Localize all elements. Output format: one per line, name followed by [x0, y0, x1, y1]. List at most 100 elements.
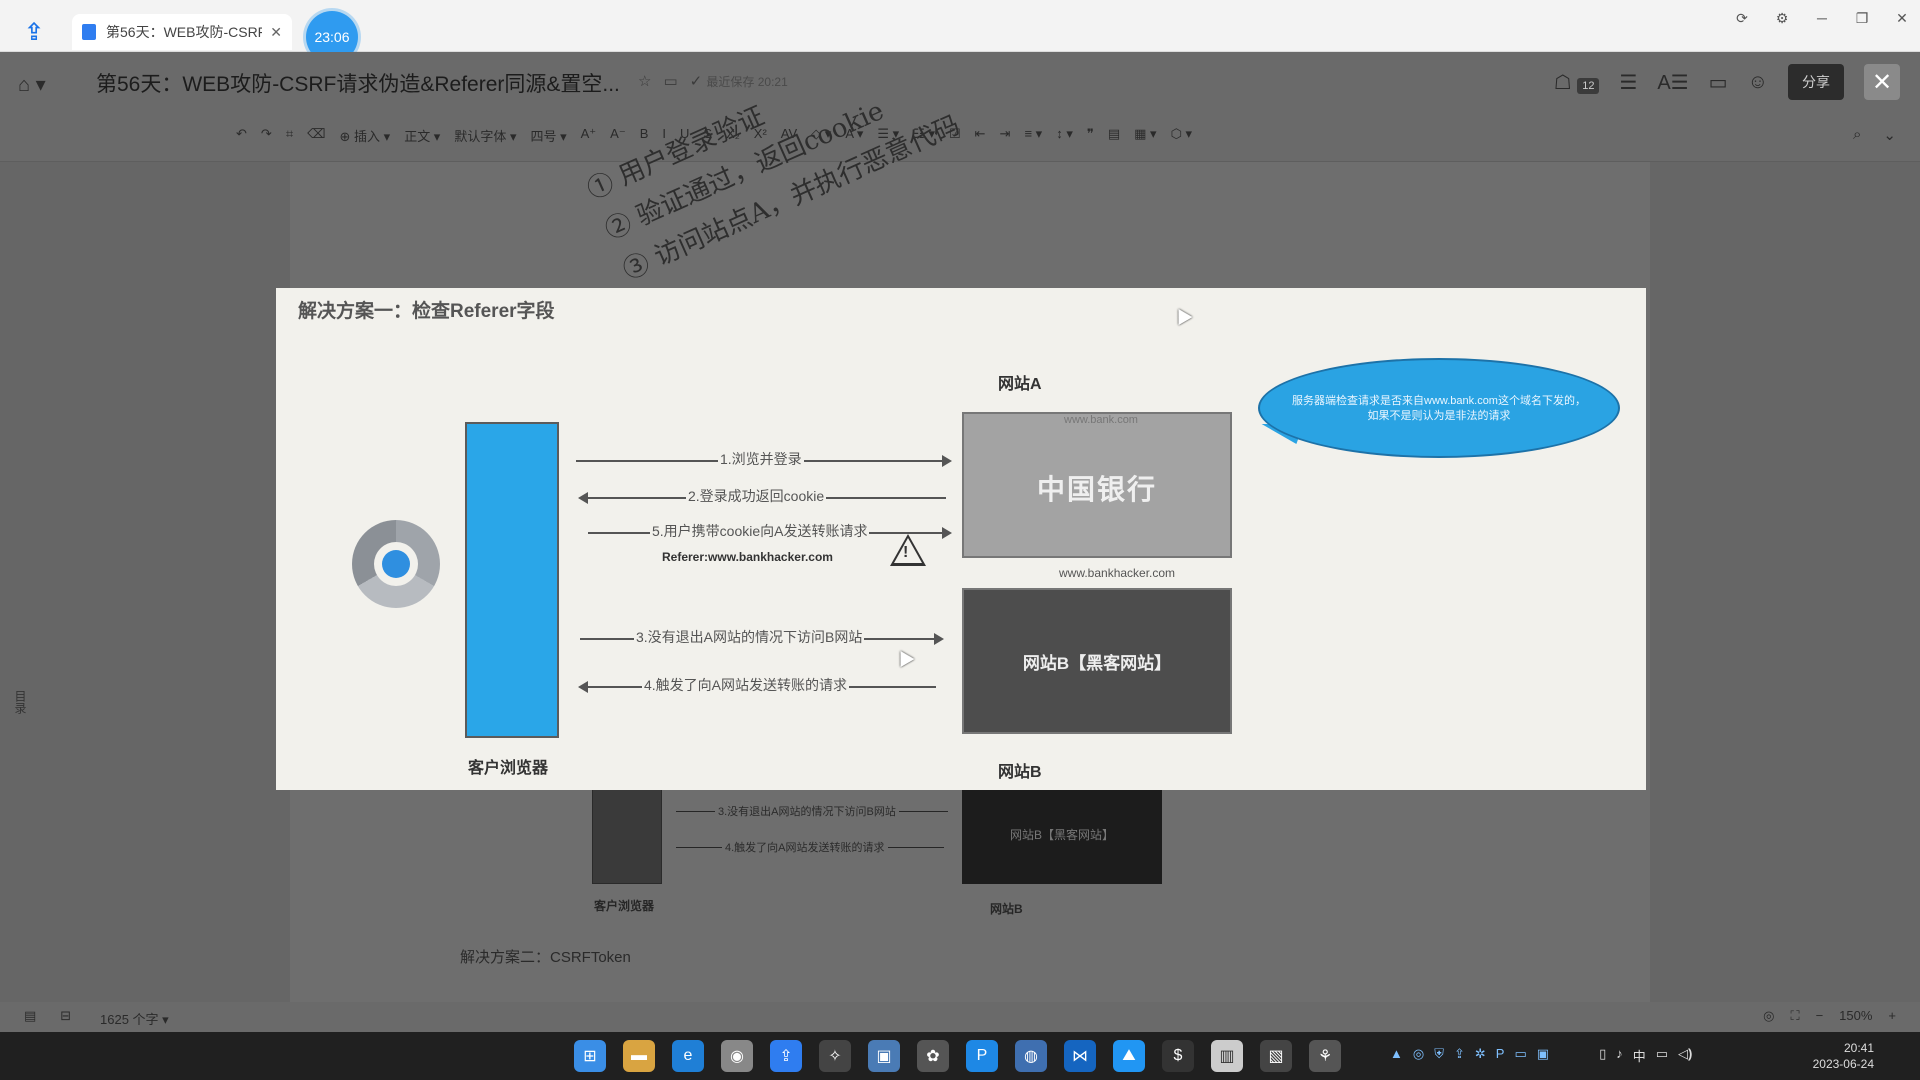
- document-header: ⌂ ▾ 第56天：WEB攻防-CSRF请求伪造&Referer同源&置空... …: [0, 52, 1920, 110]
- toolbar-item-27[interactable]: ▤: [1108, 126, 1120, 145]
- toolbar-item-24[interactable]: ≡ ▾: [1024, 126, 1042, 145]
- tray-icon-1[interactable]: ▲: [1390, 1046, 1403, 1065]
- focus-icon[interactable]: ◎: [1763, 1008, 1774, 1024]
- chrome-icon[interactable]: ◉: [721, 1040, 753, 1072]
- word-count[interactable]: 1625 个字 ▾: [100, 1009, 169, 1028]
- taskbar-apps: ⊞ ▬ e ◉ ⇪ ✧ ▣ ✿ P ◍ ⋈ ⛰ $ ▥ ▧ ⚘: [574, 1040, 1341, 1072]
- bg-arrow-4-label: 4.触发了向A网站发送转账的请求: [722, 839, 888, 855]
- site-a-box: www.bank.com 中国银行: [962, 412, 1232, 558]
- toolbar-item-29[interactable]: ⬡ ▾: [1171, 126, 1193, 145]
- file-explorer-icon[interactable]: ▬: [623, 1040, 655, 1072]
- chevron-down-icon[interactable]: ⌄: [1883, 126, 1896, 144]
- mouse-cursor-icon-2: [893, 646, 915, 668]
- site-b-box: 网站B【黑客网站】: [962, 588, 1232, 734]
- zoom-in-button[interactable]: +: [1888, 1008, 1896, 1024]
- toolbar-item-22[interactable]: ⇤: [975, 126, 986, 145]
- toolbar-item-2[interactable]: ⌗: [286, 126, 293, 145]
- diagram-title: 解决方案一：检查Referer字段: [298, 301, 555, 322]
- toolbar-item-0[interactable]: ↶: [236, 126, 247, 145]
- toolbar-item-8[interactable]: A⁺: [581, 126, 597, 145]
- close-window-button[interactable]: ✕: [1884, 10, 1920, 27]
- app-icon-10[interactable]: ◍: [1015, 1040, 1047, 1072]
- app-icon-15[interactable]: ▧: [1260, 1040, 1292, 1072]
- header-right-actions: ☖ 12 ☰ A☰ ▭ ☺ 分享 ✕: [1554, 62, 1920, 102]
- tray-icon-8[interactable]: ▣: [1537, 1046, 1549, 1065]
- battery-icon[interactable]: ▯: [1599, 1046, 1606, 1065]
- toolbar-item-6[interactable]: 默认字体 ▾: [454, 126, 516, 145]
- app-icon-14[interactable]: ▥: [1211, 1040, 1243, 1072]
- tray-icon-7[interactable]: ▭: [1514, 1046, 1526, 1065]
- user-icon[interactable]: ☺: [1748, 71, 1768, 94]
- clock[interactable]: 20:41 2023-06-24: [1813, 1040, 1874, 1072]
- network-icon[interactable]: ▭: [1656, 1046, 1668, 1065]
- menu-icon[interactable]: ☰: [1619, 70, 1637, 95]
- doc-app-icon[interactable]: ⇪: [770, 1040, 802, 1072]
- tray-icon-2[interactable]: ◎: [1413, 1046, 1424, 1065]
- toolbar-item-25[interactable]: ↕ ▾: [1056, 126, 1073, 145]
- bg-arrow-3-label: 3.没有退出A网站的情况下访问B网站: [715, 803, 899, 819]
- layout-icon[interactable]: ⊟: [60, 1008, 71, 1024]
- bg-site-b-label: 网站B: [990, 902, 1023, 916]
- maximize-button[interactable]: ❐: [1844, 10, 1880, 27]
- toolbar-item-23[interactable]: ⇥: [1000, 126, 1011, 145]
- tray-icon-6[interactable]: P: [1496, 1046, 1505, 1065]
- toolbar-item-3[interactable]: ⌫: [307, 126, 325, 145]
- collaborator-count: 12: [1577, 77, 1600, 94]
- edge-icon[interactable]: e: [672, 1040, 704, 1072]
- toolbar-item-1[interactable]: ↷: [261, 126, 272, 145]
- document-icon: [82, 24, 96, 40]
- toolbar-item-26[interactable]: ❞: [1087, 126, 1094, 145]
- start-icon[interactable]: ⊞: [574, 1040, 606, 1072]
- app-logo-icon[interactable]: ⇪: [24, 18, 54, 46]
- arrow-1-label: 1.浏览并登录: [718, 449, 804, 469]
- collaborators-icon[interactable]: ☖ 12: [1554, 70, 1600, 95]
- toolbar-item-9[interactable]: A⁻: [610, 126, 626, 145]
- home-icon[interactable]: ⌂ ▾: [18, 72, 46, 97]
- clock-date: 2023-06-24: [1812, 1057, 1874, 1071]
- zoom-out-button[interactable]: −: [1816, 1008, 1824, 1024]
- app-icon-8[interactable]: ✿: [917, 1040, 949, 1072]
- folder-icon[interactable]: ▭: [663, 72, 677, 90]
- speech-bubble: 服务器端检查请求是否来自www.bank.com这个域名下发的，如果不是则认为是…: [1258, 358, 1620, 458]
- window-controls: ⟳ ⚙ ─ ❐ ✕: [1720, 10, 1920, 27]
- document-tab[interactable]: 第56天：WEB攻防-CSRF... ✕: [72, 14, 292, 50]
- toolbar-item-5[interactable]: 正文 ▾: [404, 126, 440, 145]
- zoom-controls: ◎ ⛶ − 150% +: [1763, 1008, 1896, 1024]
- volume-icon[interactable]: ◁): [1678, 1046, 1692, 1065]
- app-icon-6[interactable]: ✧: [819, 1040, 851, 1072]
- toolbar-item-7[interactable]: 四号 ▾: [530, 126, 566, 145]
- minimize-button[interactable]: ─: [1804, 10, 1840, 27]
- ime-indicator[interactable]: 中: [1633, 1046, 1646, 1065]
- text-style-icon[interactable]: A☰: [1657, 70, 1688, 95]
- warning-mark: !: [903, 544, 909, 561]
- site-a-label: 网站A: [998, 376, 1042, 393]
- terminal-icon[interactable]: $: [1162, 1040, 1194, 1072]
- arrow-4-label: 4.触发了向A网站发送转账的请求: [642, 675, 850, 695]
- document-title[interactable]: 第56天：WEB攻防-CSRF请求伪造&Referer同源&置空...: [96, 68, 620, 98]
- present-icon[interactable]: ▭: [1709, 70, 1728, 95]
- toolbar-item-28[interactable]: ▦ ▾: [1134, 126, 1156, 145]
- settings-icon[interactable]: ⚙: [1764, 10, 1800, 27]
- share-button[interactable]: 分享: [1788, 64, 1844, 100]
- vscode-icon[interactable]: ⋈: [1064, 1040, 1096, 1072]
- zoom-level[interactable]: 150%: [1839, 1008, 1872, 1024]
- app-icon-16[interactable]: ⚘: [1309, 1040, 1341, 1072]
- toolbar-item-4[interactable]: ⊕ 插入 ▾: [340, 126, 391, 145]
- page-view-icon[interactable]: ▤: [24, 1008, 36, 1024]
- app-icon-12[interactable]: ⛰: [1113, 1040, 1145, 1072]
- solution-two-heading: 解决方案二：CSRFToken: [460, 949, 631, 966]
- star-icon[interactable]: ☆: [638, 72, 651, 90]
- tray-icon-4[interactable]: ⇪: [1454, 1046, 1465, 1065]
- p-app-icon[interactable]: P: [966, 1040, 998, 1072]
- tray-icon-5[interactable]: ✲: [1475, 1046, 1486, 1065]
- search-icon[interactable]: ⌕: [1853, 126, 1861, 144]
- app-icon-7[interactable]: ▣: [868, 1040, 900, 1072]
- sync-icon[interactable]: ⟳: [1724, 10, 1760, 27]
- mic-icon[interactable]: ♪: [1616, 1046, 1623, 1065]
- fullscreen-icon[interactable]: ⛶: [1790, 1008, 1799, 1024]
- tray-icon-3[interactable]: ⛨: [1434, 1046, 1444, 1065]
- tab-close-icon[interactable]: ✕: [270, 24, 282, 41]
- outline-toggle[interactable]: 目录: [12, 690, 29, 714]
- bg-client-browser-box: [592, 784, 662, 884]
- close-image-viewer-button[interactable]: ✕: [1864, 64, 1900, 100]
